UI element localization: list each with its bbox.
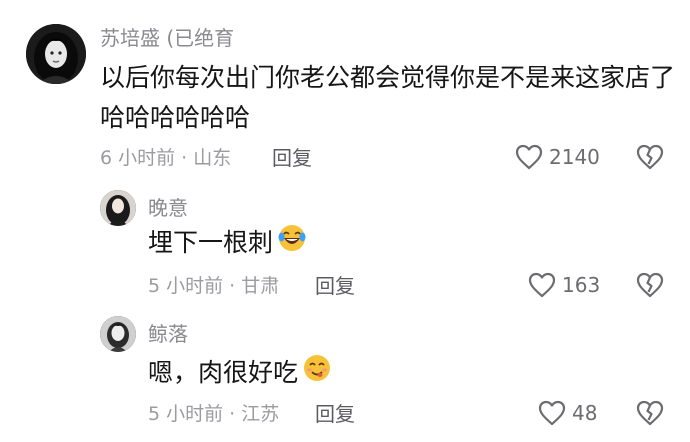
comment-username[interactable]: 鲸落 bbox=[148, 322, 188, 346]
comment-text: 嗯，肉很好吃 bbox=[148, 352, 332, 396]
yummy-face-emoji bbox=[302, 353, 332, 396]
user-avatar[interactable] bbox=[100, 316, 136, 352]
reply-button[interactable]: 回复 bbox=[315, 402, 355, 426]
dislike-button[interactable] bbox=[636, 400, 664, 430]
broken-heart-icon bbox=[636, 400, 664, 426]
heart-icon bbox=[538, 400, 566, 426]
like-count: 48 bbox=[572, 401, 598, 425]
comment-text-body: 嗯，肉很好吃 bbox=[148, 358, 299, 387]
reply-item: 鲸落 嗯，肉很好吃 5 小时前 · 江苏 回复 48 bbox=[0, 0, 690, 442]
avatar-girl-icon bbox=[100, 316, 136, 352]
like-button[interactable]: 48 bbox=[538, 400, 597, 426]
comment-time-location: 5 小时前 · 江苏 bbox=[148, 403, 280, 425]
comment-thread: 苏培盛 (已绝育 以后你每次出门你老公都会觉得你是不是来这家店了 哈哈哈哈哈哈 … bbox=[0, 0, 690, 442]
